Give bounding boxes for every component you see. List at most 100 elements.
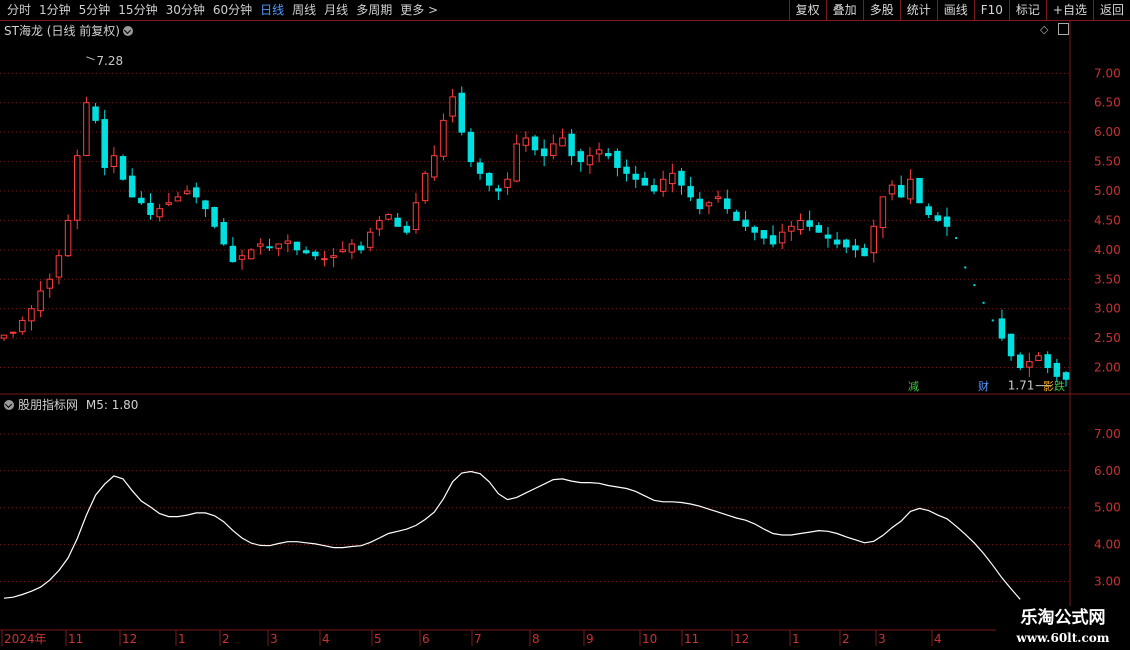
- indicator-series-label: M5:: [85, 398, 108, 412]
- candle-108: [991, 319, 994, 322]
- candle-65: [595, 149, 603, 155]
- max-pointer: [86, 56, 95, 61]
- candle-89: [815, 225, 823, 233]
- candle-60: [550, 143, 557, 157]
- candle-9: [83, 102, 90, 156]
- candle-32: [293, 241, 301, 251]
- watermark-url: www.60lt.com: [1016, 631, 1110, 645]
- candle-58: [531, 136, 539, 151]
- candle-40: [366, 231, 374, 248]
- candle-104: [955, 237, 958, 240]
- candle-41: [376, 219, 383, 230]
- panel-toggle-icon[interactable]: [1057, 23, 1069, 35]
- x-tick-label-5: 3: [270, 632, 278, 646]
- indicator-panel-title: 股朋指标网 M5: 1.80: [4, 396, 138, 413]
- candle-85: [778, 231, 786, 244]
- candle-101: [925, 206, 932, 216]
- candle-98: [897, 184, 905, 198]
- candle-59: [540, 148, 548, 157]
- min-label: 1.71: [1008, 379, 1035, 393]
- candle-92: [843, 239, 850, 248]
- candle-107: [982, 301, 985, 304]
- chevron-down-icon[interactable]: [122, 26, 133, 36]
- candle-36: [330, 255, 337, 258]
- stock-title: ST海龙 (日线 前复权): [4, 24, 120, 38]
- x-tick-label-11: 9: [586, 632, 594, 646]
- diamond-icon[interactable]: ◇: [1040, 23, 1048, 36]
- candle-62: [568, 133, 575, 157]
- candle-20: [183, 190, 191, 195]
- event-badge-0[interactable]: 减: [907, 380, 920, 393]
- candle-30: [275, 243, 282, 249]
- candle-21: [193, 187, 200, 198]
- candle-31: [284, 240, 292, 244]
- y-tick-main-7: 5.50: [1094, 155, 1121, 169]
- candle-93: [852, 245, 859, 251]
- candle-81: [742, 219, 749, 227]
- x-tick-label-16: 2: [842, 632, 850, 646]
- candle-112: [1026, 361, 1033, 368]
- x-tick-label-4: 2: [222, 632, 230, 646]
- candle-102: [934, 215, 942, 221]
- candle-33: [302, 250, 310, 254]
- y-tick-ind-1: 4.00: [1094, 538, 1121, 552]
- x-tick-label-6: 4: [322, 632, 330, 646]
- candle-28: [257, 243, 264, 247]
- candle-11: [101, 119, 108, 168]
- event-badge-3[interactable]: 跌: [1053, 380, 1066, 393]
- candle-95: [870, 225, 877, 254]
- candle-50: [458, 92, 466, 133]
- candle-67: [614, 150, 621, 168]
- candle-63: [577, 151, 585, 163]
- y-tick-ind-3: 6.00: [1094, 464, 1121, 478]
- indicator-name: 股朋指标网: [18, 398, 79, 412]
- candle-77: [705, 202, 713, 207]
- y-tick-main-6: 5.00: [1094, 184, 1121, 198]
- candle-55: [504, 178, 511, 188]
- candle-29: [266, 246, 273, 249]
- candle-74: [678, 170, 685, 186]
- candle-43: [394, 217, 401, 227]
- candle-37: [339, 249, 346, 253]
- candle-57: [522, 137, 530, 146]
- candle-73: [669, 172, 676, 185]
- candle-0: [0, 334, 8, 339]
- candle-42: [385, 214, 392, 220]
- candle-22: [202, 200, 209, 210]
- watermark-title: 乐淘公式网: [1020, 608, 1106, 628]
- candle-88: [806, 220, 813, 227]
- candle-25: [229, 245, 237, 263]
- candle-7: [64, 219, 72, 257]
- x-tick-label-14: 12: [734, 632, 749, 646]
- y-tick-main-0: 2.00: [1094, 361, 1121, 375]
- x-tick-label-13: 11: [684, 632, 699, 646]
- indicator-series-value: 1.80: [111, 398, 139, 412]
- candle-48: [440, 119, 447, 157]
- max-label: 7.28: [96, 54, 123, 68]
- chevron-down-icon[interactable]: [4, 400, 14, 410]
- candle-17: [156, 208, 163, 218]
- candle-105: [964, 266, 967, 269]
- candle-53: [485, 172, 493, 186]
- candle-64: [586, 155, 594, 166]
- candle-115: [1053, 362, 1061, 377]
- x-tick-label-3: 1: [178, 632, 186, 646]
- panel-controls: ◇: [1040, 23, 1069, 36]
- candle-26: [238, 255, 246, 260]
- y-tick-ind-0: 3.00: [1094, 575, 1121, 589]
- candle-19: [174, 196, 182, 202]
- candle-34: [312, 251, 319, 257]
- y-tick-main-10: 7.00: [1094, 66, 1121, 80]
- event-badge-1[interactable]: 财: [977, 380, 990, 393]
- x-tick-label-7: 5: [374, 632, 382, 646]
- candle-23: [211, 207, 218, 227]
- candle-54: [495, 188, 502, 192]
- y-tick-main-4: 4.00: [1094, 243, 1121, 257]
- candle-18: [165, 202, 173, 205]
- x-tick-label-17: 3: [878, 632, 886, 646]
- candle-1: [9, 331, 17, 334]
- stock-chart[interactable]: 2.00 2.50 3.00 3.50 4.00 4.50 5.00 5.50 6.00 6.50…: [0, 0, 1130, 650]
- y-tick-main-3: 3.50: [1094, 272, 1121, 286]
- candle-66: [604, 152, 612, 157]
- candle-10: [92, 106, 99, 121]
